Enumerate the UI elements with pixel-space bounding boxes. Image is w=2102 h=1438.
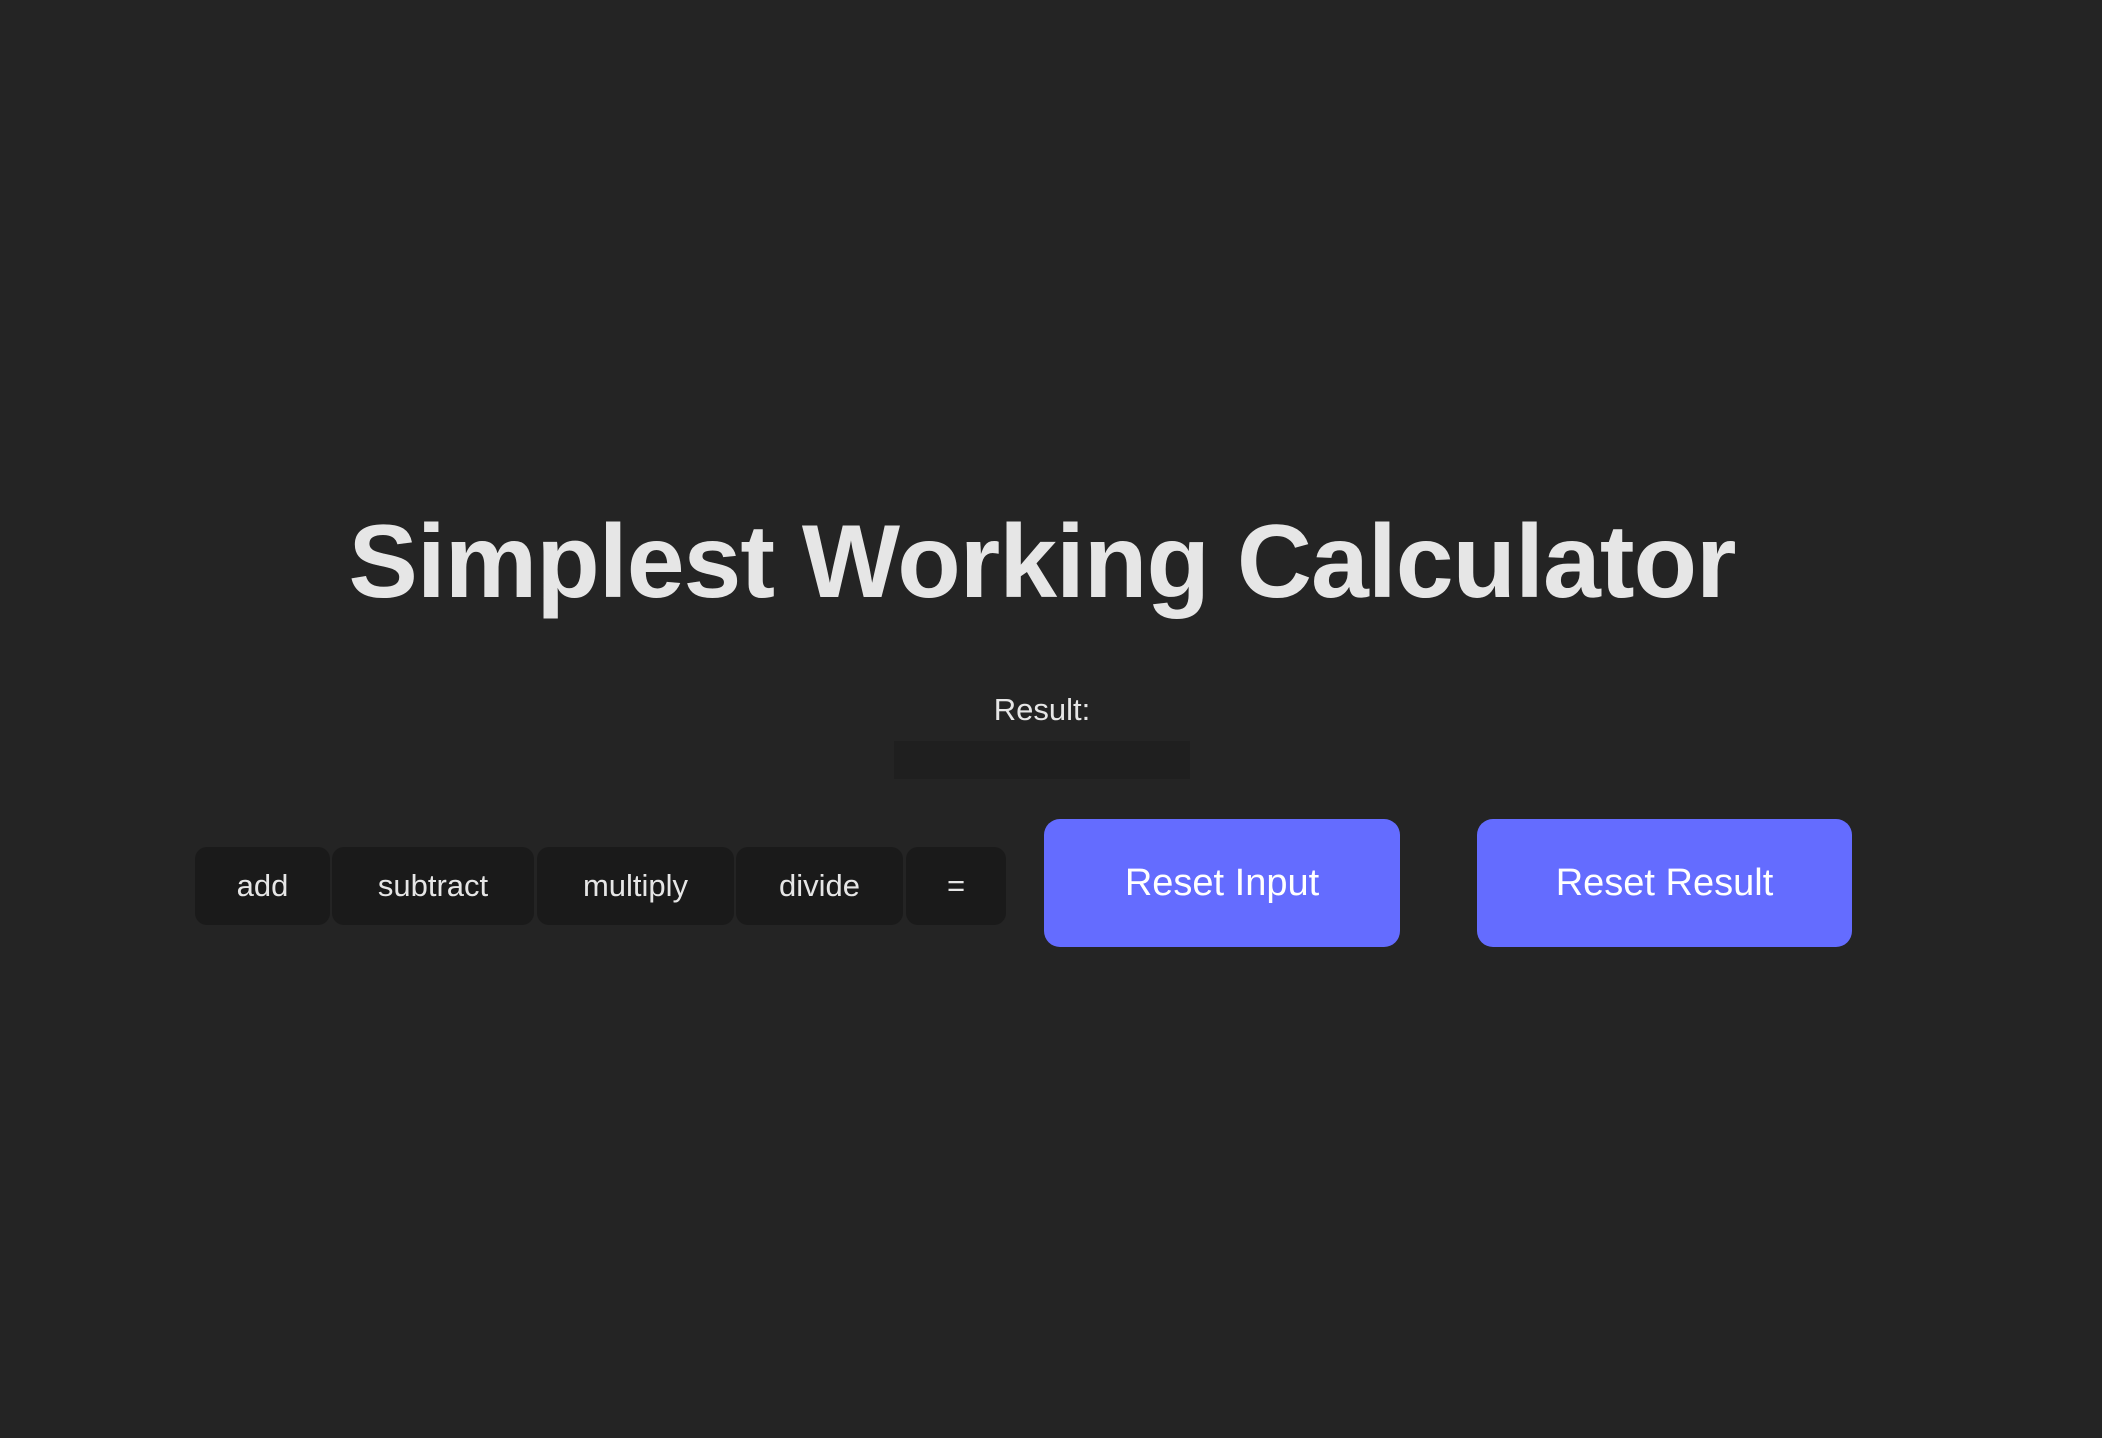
result-label: Result:: [993, 692, 1091, 727]
reset-input-button[interactable]: Reset Input: [1044, 819, 1400, 947]
reset-result-button[interactable]: Reset Result: [1477, 819, 1852, 947]
divide-button[interactable]: divide: [736, 847, 903, 925]
page-title: Simplest Working Calculator: [348, 504, 1737, 620]
equals-button[interactable]: =: [906, 847, 1006, 925]
calculator-page: Simplest Working Calculator Result: add …: [0, 0, 2102, 1438]
multiply-button[interactable]: multiply: [537, 847, 734, 925]
result-field[interactable]: [894, 741, 1190, 779]
subtract-button[interactable]: subtract: [332, 847, 534, 925]
add-button[interactable]: add: [195, 847, 330, 925]
